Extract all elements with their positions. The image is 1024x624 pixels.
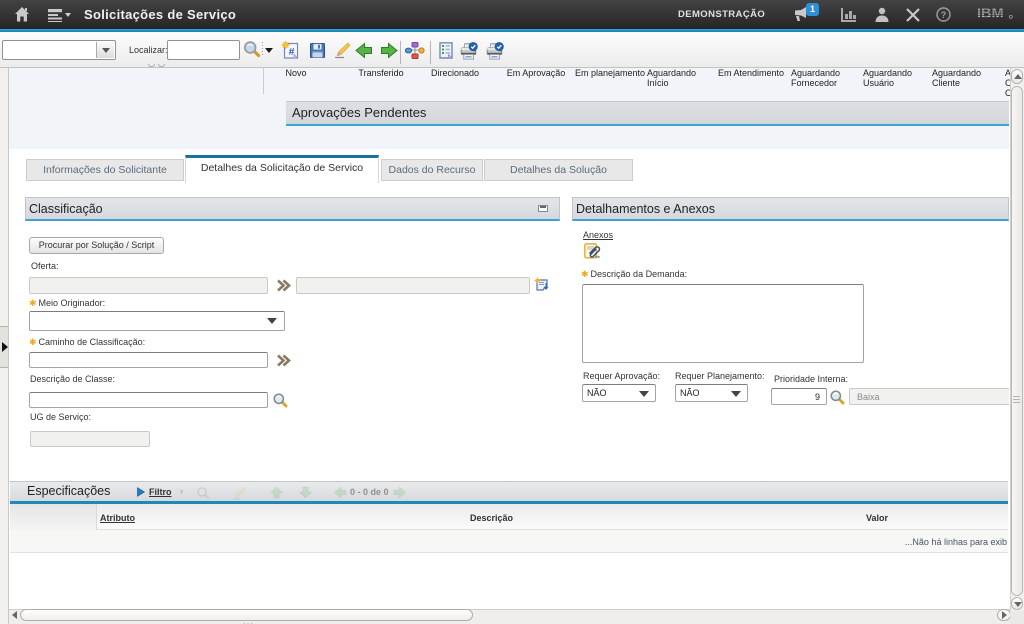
svg-text:?: ? xyxy=(941,10,947,20)
svg-text:IBM: IBM xyxy=(977,6,1004,21)
